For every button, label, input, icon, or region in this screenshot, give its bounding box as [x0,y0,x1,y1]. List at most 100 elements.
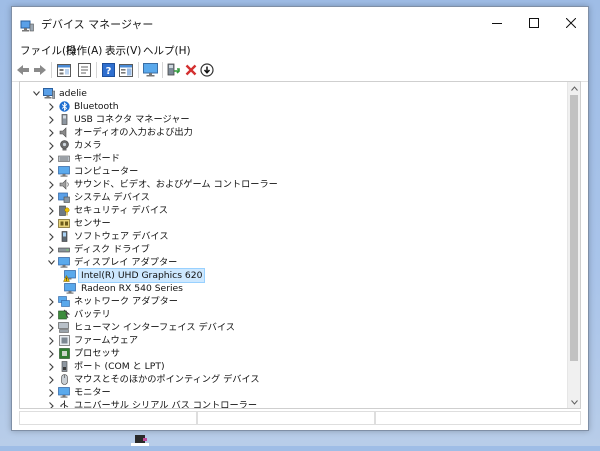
expand-chevron-icon[interactable] [47,191,55,204]
expand-chevron-icon[interactable] [47,386,55,399]
expand-chevron-icon[interactable] [47,243,55,256]
tree-item-system-devices[interactable]: システム デバイス [47,191,150,204]
tree-item-monitors[interactable]: モニター [47,386,111,399]
expand-chevron-icon[interactable] [47,204,55,217]
expand-chevron-icon[interactable] [47,165,55,178]
expand-chevron-icon[interactable] [47,178,55,191]
help-button[interactable]: ? [100,62,116,78]
system-device-icon [58,192,70,203]
tree-item-ports[interactable]: ポート (COM と LPT) [47,360,165,373]
processor-icon [58,348,70,359]
tree-root[interactable]: adelie [32,87,87,100]
scan-hardware-button[interactable] [142,62,158,78]
update-driver-button[interactable] [165,62,181,78]
device-view-button[interactable] [56,62,72,78]
tree-item-processors[interactable]: プロセッサ [47,347,120,360]
camera-icon [58,140,70,151]
device-tree[interactable]: adelie Bluetooth USB コネクタ マネージャー オーディオの入… [19,81,581,409]
tree-item-network-adapters[interactable]: ネットワーク アダプター [47,295,178,308]
scroll-down-arrow-icon[interactable] [568,396,580,408]
action-pane-button[interactable] [118,62,134,78]
tree-item-label: センサー [74,218,111,229]
expand-chevron-icon[interactable] [47,360,55,373]
software-device-icon [58,231,70,242]
tree-item-label: ヒューマン インターフェイス デバイス [74,322,235,333]
expand-chevron-icon[interactable] [47,295,55,308]
tree-item-label: Intel(R) UHD Graphics 620 [77,268,206,283]
rollback-download-icon [200,63,214,77]
expand-chevron-icon[interactable] [47,373,55,386]
menu-help[interactable]: ヘルプ(H) [143,43,191,58]
tree-item-audio-io[interactable]: オーディオの入力および出力 [47,126,193,139]
tree-item-label: オーディオの入力および出力 [74,127,193,138]
expand-chevron-icon[interactable] [47,308,55,321]
expand-chevron-icon[interactable] [47,113,55,126]
tree-item-label: システム デバイス [74,192,150,203]
tree-item-display-adapters[interactable]: ディスプレイ アダプター [47,256,177,269]
monitor-icon [58,387,70,398]
tree-item-computer[interactable]: コンピューター [47,165,138,178]
menu-view[interactable]: 表示(V) [105,43,141,58]
svg-text:?: ? [105,66,111,77]
tree-item-battery[interactable]: バッテリ [47,308,111,321]
collapse-chevron-icon[interactable] [32,87,40,100]
battery-icon [58,309,70,320]
tree-item-firmware[interactable]: ファームウェア [47,334,138,347]
tree-item-radeon-rx-540[interactable]: Radeon RX 540 Series [60,282,183,295]
hid-icon [58,322,70,333]
device-view-icon [57,63,71,77]
tree-item-label: ディスク ドライブ [74,244,150,255]
toolbar-separator [96,62,97,78]
expand-chevron-icon[interactable] [47,321,55,334]
tree-item-bluetooth[interactable]: Bluetooth [47,100,119,113]
vertical-scrollbar[interactable] [567,82,580,408]
menu-action[interactable]: 操作(A) [66,43,102,58]
tree-item-mice[interactable]: マウスとそのほかのポインティング デバイス [47,373,260,386]
tree-item-disk-drives[interactable]: ディスク ドライブ [47,243,150,256]
toolbar-separator [162,62,163,78]
minimize-button[interactable] [478,7,515,39]
menu-bar: ファイル(F) 操作(A) 表示(V) ヘルプ(H) [12,39,588,59]
toolbar-separator [51,62,52,78]
tree-item-label: セキュリティ デバイス [74,205,168,216]
scrollbar-thumb[interactable] [570,95,578,361]
expand-chevron-icon[interactable] [47,347,55,360]
forward-button[interactable] [32,62,48,78]
expand-chevron-icon[interactable] [47,334,55,347]
tree-item-usb-connector[interactable]: USB コネクタ マネージャー [47,113,190,126]
rollback-button[interactable] [199,62,215,78]
tree-item-intel-uhd-620[interactable]: Intel(R) UHD Graphics 620 [60,268,206,283]
action-pane-icon [119,63,133,77]
properties-button[interactable] [76,62,92,78]
tree-item-camera[interactable]: カメラ [47,139,102,152]
tree-item-sensors[interactable]: センサー [47,217,111,230]
back-button[interactable] [15,62,31,78]
expand-chevron-icon[interactable] [47,139,55,152]
expand-chevron-icon[interactable] [47,217,55,230]
monitor-scan-icon [142,63,158,77]
tree-item-hid[interactable]: ヒューマン インターフェイス デバイス [47,321,235,334]
collapse-chevron-icon[interactable] [47,256,55,269]
expand-chevron-icon[interactable] [47,230,55,243]
uninstall-device-button[interactable] [183,62,199,78]
expand-chevron-icon[interactable] [47,126,55,139]
display-warning-icon [63,269,77,282]
maximize-button[interactable] [515,7,552,39]
tree-item-sound[interactable]: サウンド、ビデオ、およびゲーム コントローラー [47,178,278,191]
close-button[interactable] [552,7,589,39]
tree-item-usb-controllers[interactable]: ユニバーサル シリアル バス コントローラー [47,399,258,409]
keyboard-icon [58,153,70,164]
expand-chevron-icon[interactable] [47,152,55,165]
tree-item-keyboard[interactable]: キーボード [47,152,120,165]
expand-chevron-icon[interactable] [47,399,55,408]
tree-item-label: ユニバーサル シリアル バス コントローラー [74,400,258,409]
tree-item-software-devices[interactable]: ソフトウェア デバイス [47,230,169,243]
scroll-up-arrow-icon[interactable] [568,82,580,94]
expand-chevron-icon[interactable] [47,100,55,113]
title-bar[interactable]: デバイス マネージャー [12,7,588,39]
tree-item-label: ディスプレイ アダプター [74,257,178,268]
sensor-icon [58,218,70,229]
tree-item-security-devices[interactable]: セキュリティ デバイス [47,204,168,217]
tree-item-label: サウンド、ビデオ、およびゲーム コントローラー [74,179,278,190]
tree-item-label: カメラ [74,140,102,151]
